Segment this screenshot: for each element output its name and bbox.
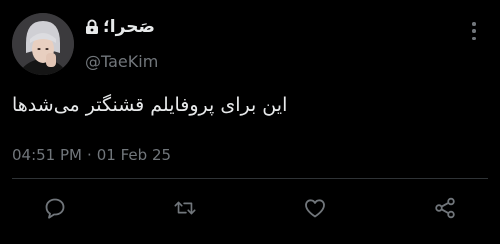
tweet-time: 04:51 PM	[12, 146, 82, 164]
lock-icon	[85, 19, 99, 35]
avatar-image	[12, 13, 74, 75]
tweet-card: صَحرا؛ @TaeKim این برای پروفایلم قشنگتر …	[0, 0, 500, 244]
heart-icon[interactable]	[303, 196, 327, 220]
tweet-timestamp[interactable]: 04:51 PM · 01 Feb 25	[12, 145, 171, 165]
divider	[12, 178, 488, 179]
author-name-row[interactable]: صَحرا؛	[85, 14, 155, 40]
user-handle[interactable]: @TaeKim	[85, 52, 158, 72]
tweet-text: این برای پروفایلم قشنگتر می‌شدها	[12, 94, 288, 116]
action-bar	[0, 188, 500, 228]
tweet-date: 01 Feb 25	[96, 146, 172, 164]
retweet-icon[interactable]	[173, 196, 197, 220]
avatar[interactable]	[12, 13, 74, 75]
more-vertical-icon[interactable]	[470, 22, 478, 40]
share-icon[interactable]	[433, 196, 457, 220]
meta-separator: ·	[86, 146, 92, 164]
reply-icon[interactable]	[43, 196, 67, 220]
display-name[interactable]: صَحرا؛	[103, 16, 155, 38]
